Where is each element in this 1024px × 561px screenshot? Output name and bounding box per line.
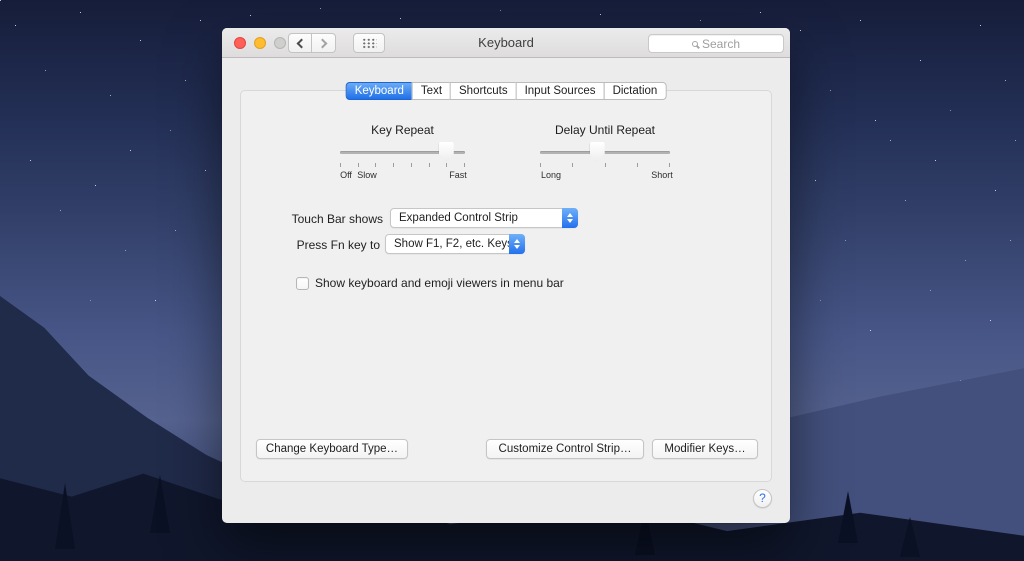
delay-until-repeat-title: Delay Until Repeat <box>554 123 656 137</box>
key-repeat-title: Key Repeat <box>371 123 434 137</box>
window-titlebar[interactable]: Keyboard Search <box>222 28 790 58</box>
slider-ticks <box>340 163 465 167</box>
desktop: Keyboard Search Keyboard Text Shortcuts … <box>0 0 1024 561</box>
help-button[interactable]: ? <box>753 489 772 508</box>
grid-icon <box>361 37 377 49</box>
search-field[interactable]: Search <box>648 34 784 53</box>
minimize-button[interactable] <box>254 37 266 49</box>
tab-dictation[interactable]: Dictation <box>603 82 667 100</box>
preference-tabs: Keyboard Text Shortcuts Input Sources Di… <box>345 82 667 100</box>
tab-shortcuts[interactable]: Shortcuts <box>450 82 517 100</box>
search-icon <box>691 40 698 47</box>
stepper-arrows-icon <box>509 234 525 254</box>
stepper-arrows-icon <box>562 208 578 228</box>
press-fn-key-label: Press Fn key to <box>296 238 380 252</box>
slider-track[interactable] <box>540 151 670 154</box>
tick-label-long: Long <box>540 170 562 180</box>
modifier-keys-button[interactable]: Modifier Keys… <box>652 439 758 459</box>
tab-input-sources[interactable]: Input Sources <box>515 82 605 100</box>
key-repeat-slider-thumb[interactable] <box>438 142 454 162</box>
tick-label-short: Short <box>651 170 673 180</box>
delay-slider-thumb[interactable] <box>589 142 605 162</box>
tree-silhouette <box>150 475 170 533</box>
traffic-lights <box>234 37 286 49</box>
touch-bar-shows-value: Expanded Control Strip <box>399 212 518 224</box>
zoom-button <box>274 37 286 49</box>
delay-until-repeat-slider[interactable]: Long Short <box>540 140 673 180</box>
system-preferences-window: Keyboard Search Keyboard Text Shortcuts … <box>222 28 790 523</box>
customize-control-strip-button[interactable]: Customize Control Strip… <box>486 439 644 459</box>
show-all-button[interactable] <box>353 33 385 53</box>
slider-ticks <box>540 163 670 167</box>
chevron-left-icon <box>296 38 307 48</box>
close-button[interactable] <box>234 37 246 49</box>
tab-keyboard[interactable]: Keyboard <box>345 82 413 100</box>
key-repeat-slider[interactable]: Off Slow Fast <box>340 140 467 180</box>
tick-label-slow: Slow <box>357 170 377 180</box>
back-button[interactable] <box>288 33 312 53</box>
show-viewers-row[interactable]: Show keyboard and emoji viewers in menu … <box>296 276 564 290</box>
chevron-right-icon <box>317 38 327 48</box>
navigation-buttons <box>288 33 336 53</box>
tick-label-fast: Fast <box>449 170 467 180</box>
tick-label-off: Off <box>340 170 352 180</box>
forward-button[interactable] <box>312 33 336 53</box>
touch-bar-shows-dropdown[interactable]: Expanded Control Strip <box>390 208 578 228</box>
tree-silhouette <box>838 491 858 543</box>
search-placeholder: Search <box>701 36 741 51</box>
stars <box>0 0 1 1</box>
tree-silhouette <box>55 483 75 549</box>
change-keyboard-type-button[interactable]: Change Keyboard Type… <box>256 439 408 459</box>
tree-silhouette <box>900 517 920 557</box>
touch-bar-shows-label: Touch Bar shows <box>291 212 383 226</box>
show-viewers-label: Show keyboard and emoji viewers in menu … <box>315 276 564 290</box>
tab-text[interactable]: Text <box>411 82 452 100</box>
press-fn-key-dropdown[interactable]: Show F1, F2, etc. Keys <box>385 234 525 254</box>
press-fn-key-value: Show F1, F2, etc. Keys <box>394 238 513 250</box>
show-viewers-checkbox[interactable] <box>296 276 309 290</box>
